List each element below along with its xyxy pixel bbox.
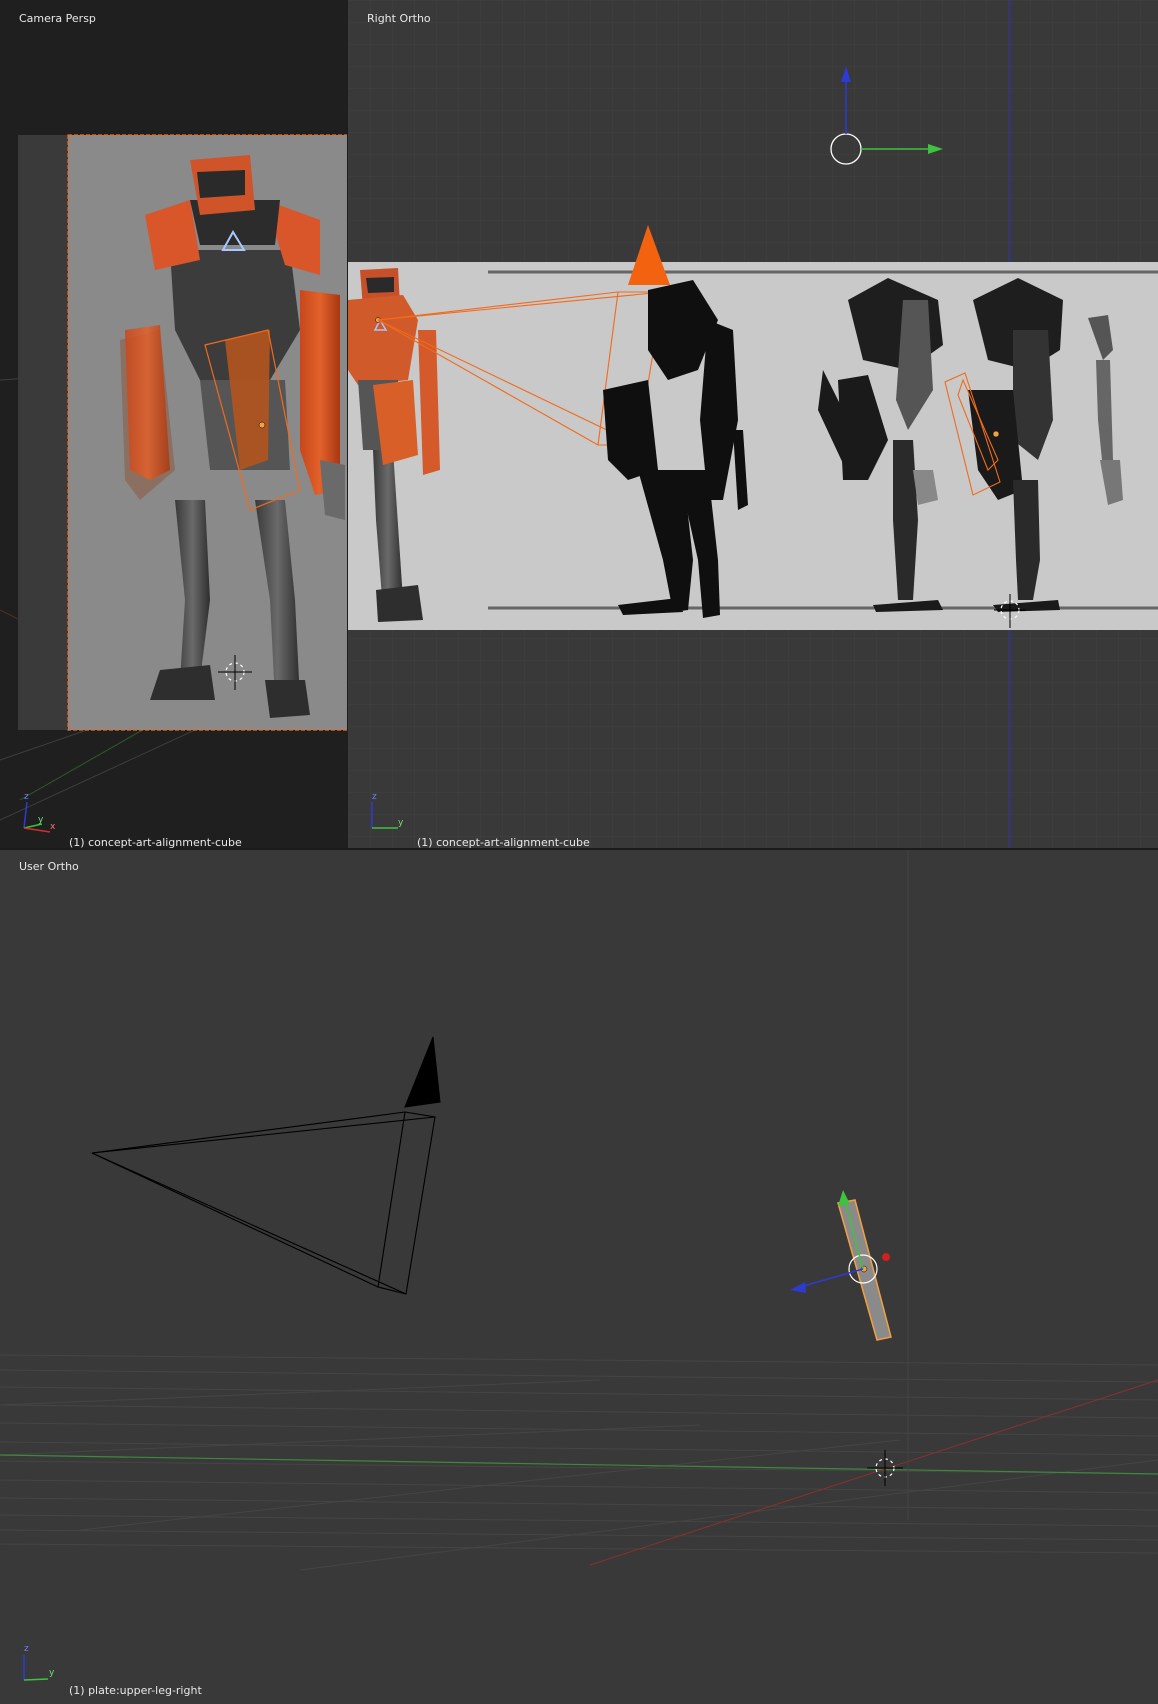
user-ortho-viewport[interactable]: User Ortho z y (1) plate:upper-leg-right: [0, 850, 1158, 1704]
user-ortho-canvas[interactable]: [0, 850, 1158, 1704]
gizmo-y-label: y: [398, 818, 404, 828]
gizmo-y-label: y: [38, 815, 44, 825]
gizmo-z-label: z: [24, 1644, 29, 1654]
camera-persp-canvas[interactable]: [0, 0, 348, 848]
active-object-label: (1) concept-art-alignment-cube: [417, 836, 590, 848]
viewport-title: User Ortho: [19, 860, 79, 873]
frame-left-strip: [18, 135, 68, 730]
gizmo-y-label: y: [49, 1668, 55, 1678]
gizmo-z-label: z: [372, 792, 377, 802]
right-ortho-viewport[interactable]: Right Ortho z y (1) concept-art-alignmen…: [348, 0, 1158, 848]
camera-persp-viewport[interactable]: Camera Persp z y x (1) concept-art-align…: [0, 0, 348, 848]
viewport-divider-vertical[interactable]: [347, 0, 348, 848]
viewport-title: Camera Persp: [19, 12, 96, 25]
active-object-label: (1) concept-art-alignment-cube: [69, 836, 242, 848]
gizmo-z-label: z: [24, 792, 29, 802]
viewport-title: Right Ortho: [367, 12, 431, 25]
gizmo-x-label: x: [50, 822, 56, 832]
right-ortho-canvas[interactable]: [348, 0, 1158, 848]
active-object-label: (1) plate:upper-leg-right: [69, 1684, 202, 1697]
